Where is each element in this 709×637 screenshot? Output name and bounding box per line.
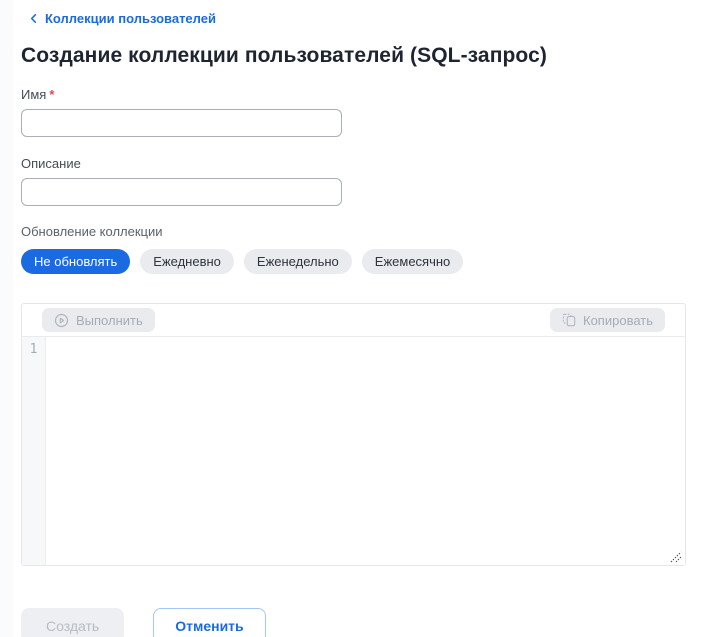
refresh-options-group: Не обновлять Ежедневно Еженедельно Ежеме… [21,249,709,274]
play-circle-icon [54,313,69,328]
run-query-button[interactable]: Выполнить [42,308,155,332]
sql-editor-toolbar: Выполнить Копировать [22,304,685,337]
editor-line-number-gutter: 1 [22,337,46,565]
refresh-option-weekly[interactable]: Еженедельно [243,249,352,274]
breadcrumb-back-link[interactable]: Коллекции пользователей [28,11,216,26]
chevron-left-icon [28,13,39,24]
create-collection-page: Коллекции пользователей Создание коллекц… [0,0,709,637]
sql-query-input[interactable] [46,337,685,565]
breadcrumb-label: Коллекции пользователей [45,11,216,26]
sql-editor-panel: Выполнить Копировать 1 [21,303,686,566]
refresh-option-no-update[interactable]: Не обновлять [21,249,131,274]
copy-icon [562,313,576,327]
required-asterisk: * [49,87,55,102]
sql-editor-body: 1 [22,337,685,565]
copy-query-button[interactable]: Копировать [550,308,665,332]
refresh-option-monthly[interactable]: Ежемесячно [361,249,464,274]
description-input[interactable] [21,178,342,206]
copy-query-label: Копировать [583,312,653,328]
create-button[interactable]: Создать [21,608,125,637]
name-input[interactable] [21,109,342,137]
cancel-button[interactable]: Отменить [153,608,266,637]
refresh-option-daily[interactable]: Ежедневно [140,249,234,274]
line-number: 1 [29,342,38,357]
refresh-section-label: Обновление коллекции [21,224,163,239]
name-field-label: Имя * [21,87,55,102]
description-field-label: Описание [21,156,81,171]
form-actions: Создать Отменить [21,608,709,637]
run-query-label: Выполнить [76,312,143,328]
resize-grip-icon[interactable] [670,550,682,563]
page-title: Создание коллекции пользователей (SQL-за… [21,44,547,67]
